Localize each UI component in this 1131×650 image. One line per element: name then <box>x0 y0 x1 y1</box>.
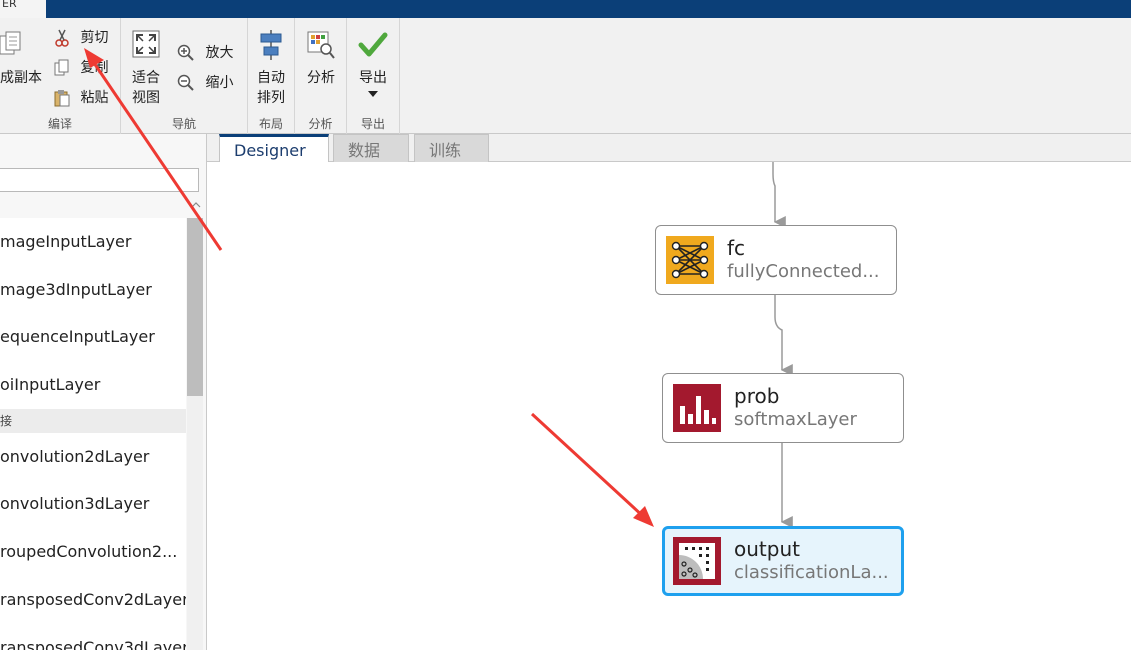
analyze-label: 分析 <box>307 70 335 86</box>
fit-view-label-1: 适合 <box>132 70 160 86</box>
fit-view-button[interactable]: 适合 视图 <box>124 30 168 108</box>
chevron-down-icon <box>368 91 378 97</box>
analyze-icon <box>307 31 335 59</box>
layer-node-fc[interactable]: fc fullyConnected... <box>655 225 897 295</box>
list-item[interactable]: ransposedConv2dLayer <box>0 575 186 624</box>
layout-section: 自动 排列 布局 <box>248 18 295 134</box>
designer-canvas[interactable]: fc fullyConnected... prob softmaxLayer o… <box>207 162 1131 650</box>
layer-name: output <box>734 537 800 561</box>
category-header[interactable]: 接 <box>0 408 186 433</box>
library-search-input[interactable] <box>0 168 199 192</box>
zoom-out-icon <box>177 74 194 91</box>
export-section-label: 导出 <box>360 117 385 131</box>
layer-type: fullyConnected... <box>727 261 880 282</box>
zoom-in-label: 放大 <box>205 45 234 61</box>
layer-node-output[interactable]: output classificationLa... <box>662 526 904 596</box>
toolstrip: 成副本 剪切 复制 粘贴 编译 适合 视图 放大 缩小 导航 自动 排列 布局 … <box>0 18 1131 134</box>
list-item[interactable]: ransposedConv3dLayer <box>0 623 186 650</box>
export-label: 导出 <box>359 70 387 86</box>
edit-section: 成副本 剪切 复制 粘贴 编译 <box>0 18 121 134</box>
document-tabs: Designer 数据 训练 <box>207 134 1131 163</box>
list-item[interactable]: mage3dInputLayer <box>0 265 186 314</box>
analyze-section-label: 分析 <box>308 117 333 131</box>
list-item[interactable]: onvolution3dLayer <box>0 480 186 529</box>
scroll-up-icon <box>191 202 201 208</box>
fit-view-label-2: 视图 <box>132 90 160 106</box>
duplicate-label: 成副本 <box>0 70 42 86</box>
list-item[interactable]: onvolution2dLayer <box>0 432 186 481</box>
export-button[interactable]: 导出 <box>351 30 395 98</box>
tab-data[interactable]: 数据 <box>333 134 409 162</box>
softmax-icon <box>673 384 721 432</box>
fully-connected-icon <box>666 236 714 284</box>
cut-button[interactable]: 剪切 <box>54 28 108 48</box>
tab-training[interactable]: 训练 <box>414 134 489 162</box>
fit-to-view-icon <box>132 30 160 58</box>
export-section: 导出 导出 <box>347 18 400 134</box>
duplicate-button[interactable]: 成副本 <box>0 30 44 88</box>
layer-list: mageInputLayer mage3dInputLayer equenceI… <box>0 218 186 650</box>
cut-label: 剪切 <box>80 30 109 46</box>
layer-type: softmaxLayer <box>734 409 857 430</box>
zoom-out-label: 缩小 <box>205 75 234 91</box>
zoom-out-button[interactable]: 缩小 <box>177 73 233 93</box>
auto-arrange-label-1: 自动 <box>257 70 285 86</box>
layer-node-prob[interactable]: prob softmaxLayer <box>662 373 904 443</box>
copy-label: 复制 <box>80 60 109 76</box>
edge-input-fc <box>772 162 786 228</box>
classification-icon <box>673 537 721 585</box>
duplicate-icon <box>0 31 21 55</box>
edge-fc-prob <box>774 295 793 376</box>
list-item[interactable]: equenceInputLayer <box>0 313 186 362</box>
copy-icon <box>54 59 69 76</box>
analyze-section: 分析 分析 <box>295 18 347 134</box>
layer-type: classificationLa... <box>734 562 889 583</box>
title-bar: ER <box>0 0 1131 18</box>
copy-button[interactable]: 复制 <box>54 58 108 78</box>
checkmark-icon <box>358 32 388 57</box>
list-item[interactable]: oiInputLayer <box>0 361 186 409</box>
scrollbar-thumb[interactable] <box>187 218 203 396</box>
layer-name: prob <box>734 384 780 408</box>
navigate-section: 适合 视图 放大 缩小 导航 <box>121 18 248 134</box>
navigate-section-label: 导航 <box>171 117 196 131</box>
tab-designer[interactable]: Designer <box>219 134 329 163</box>
edit-section-label: 编译 <box>47 117 72 131</box>
scissors-icon <box>55 29 69 47</box>
paste-label: 粘贴 <box>80 90 109 106</box>
paste-button[interactable]: 粘贴 <box>54 88 108 108</box>
analyze-button[interactable]: 分析 <box>299 30 343 88</box>
auto-arrange-icon <box>260 30 282 60</box>
list-item[interactable]: mageInputLayer <box>0 218 186 266</box>
layer-name: fc <box>727 236 746 260</box>
list-item[interactable]: roupedConvolution2... <box>0 528 186 576</box>
layout-section-label: 布局 <box>258 117 283 131</box>
auto-arrange-button[interactable]: 自动 排列 <box>249 30 293 108</box>
paste-icon <box>54 90 70 107</box>
auto-arrange-label-2: 排列 <box>257 90 285 106</box>
toolstrip-tab[interactable]: ER <box>0 0 46 18</box>
zoom-in-icon <box>177 44 194 61</box>
layer-library-panel: mageInputLayer mage3dInputLayer equenceI… <box>0 134 207 650</box>
zoom-in-button[interactable]: 放大 <box>177 43 233 63</box>
